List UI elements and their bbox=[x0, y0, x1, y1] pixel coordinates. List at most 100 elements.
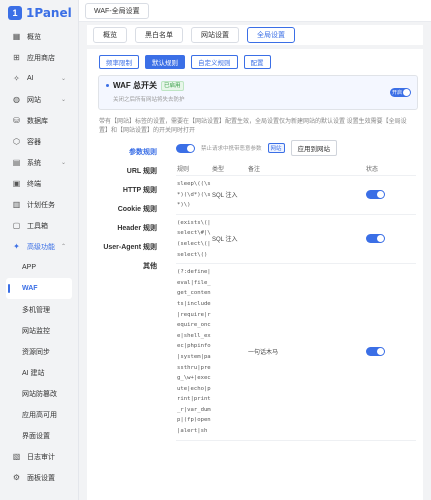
subtab-default-rules[interactable]: 默认规则 bbox=[145, 55, 185, 69]
sidebar-item-website[interactable]: ◍ 网站 ⌄ bbox=[6, 89, 72, 110]
sidebar-item-label: 容器 bbox=[27, 138, 41, 146]
rule-enable-toggle[interactable] bbox=[366, 190, 385, 200]
tab-overview[interactable]: 概览 bbox=[93, 27, 127, 43]
sidebar-item-label: 网站 bbox=[27, 96, 41, 104]
column-header-state: 状态 bbox=[366, 167, 379, 173]
sidebar-subitem-multi-host[interactable]: 多机管理 bbox=[6, 299, 72, 320]
sidebar-item-app-store[interactable]: ⊞ 应用商店 bbox=[6, 47, 72, 68]
sidebar-item-overview[interactable]: ▦ 概览 bbox=[6, 26, 72, 47]
settings-icon: ⚙ bbox=[12, 473, 21, 482]
rule-enable-toggle[interactable] bbox=[366, 234, 385, 244]
toggle-label: 开启 bbox=[392, 90, 403, 96]
sidebar-subitem-ha[interactable]: 应用高可用 bbox=[6, 404, 72, 425]
toolbox-icon: ▢ bbox=[12, 221, 21, 230]
sidebar-item-label: 高级功能 bbox=[27, 243, 55, 251]
rule-category-args[interactable]: 参数规则 bbox=[95, 142, 165, 161]
system-icon: ▤ bbox=[12, 158, 21, 167]
column-header-type: 类型 bbox=[212, 167, 225, 173]
rule-pattern: (?:define|eval|file_get_contents|include… bbox=[177, 269, 211, 435]
rule-content: 禁止请求中携带恶意参数 网站 应用到网站 规则 类型 备注 状态 sleep\(… bbox=[176, 140, 416, 441]
sidebar-item-label: 系统 bbox=[27, 159, 41, 167]
dashboard-icon: ▦ bbox=[12, 32, 21, 41]
apply-to-site-button[interactable]: 应用到网站 bbox=[290, 140, 338, 156]
sidebar-item-label: 面板设置 bbox=[27, 474, 55, 482]
sidebar-subitem-ui-settings[interactable]: 界面设置 bbox=[6, 425, 72, 446]
sidebar-item-advanced[interactable]: ✦ 高级功能 ⌃ bbox=[6, 236, 72, 257]
chevron-up-icon: ⌃ bbox=[60, 244, 66, 250]
sidebar-item-label: 界面设置 bbox=[22, 432, 50, 440]
rule-category-header[interactable]: Header 规则 bbox=[95, 218, 165, 237]
tab-global-settings[interactable]: 全局设置 bbox=[247, 27, 295, 43]
sidebar-item-cron[interactable]: ▥ 计划任务 bbox=[6, 194, 72, 215]
sidebar-subitem-resource-sync[interactable]: 资源同步 bbox=[6, 341, 72, 362]
subtab-bar: 频率限制 默认规则 自定义规则 配置 bbox=[99, 55, 415, 69]
sidebar-item-label: 应用商店 bbox=[27, 54, 55, 62]
column-header-rule: 规则 bbox=[177, 167, 190, 173]
rule-enable-toggle[interactable] bbox=[366, 347, 385, 357]
sidebar-subitem-ai-site[interactable]: AI 建站 bbox=[6, 362, 72, 383]
logo-mark-icon: 1 bbox=[8, 6, 22, 20]
sidebar-item-system[interactable]: ▤ 系统 ⌄ bbox=[6, 152, 72, 173]
sidebar-item-panel-settings[interactable]: ⚙ 面板设置 bbox=[6, 467, 72, 488]
chevron-down-icon: ⌄ bbox=[60, 76, 66, 82]
container-icon: ⬡ bbox=[13, 137, 20, 146]
sidebar-item-label: 网站防篡改 bbox=[22, 390, 57, 398]
sidebar-item-label: 数据库 bbox=[27, 117, 48, 125]
sidebar-subitem-site-monitor[interactable]: 网站监控 bbox=[6, 320, 72, 341]
log-icon: ▧ bbox=[12, 452, 21, 461]
waf-master-toggle[interactable]: 开启 bbox=[390, 88, 411, 97]
star-icon: ✦ bbox=[13, 242, 20, 251]
rule-type: SQL 注入 bbox=[212, 237, 238, 244]
brand-name: 1Panel bbox=[26, 6, 72, 20]
sidebar-item-label: WAF bbox=[22, 285, 38, 292]
sidebar-item-label: 终端 bbox=[27, 180, 41, 188]
sidebar-subitem-tamper[interactable]: 网站防篡改 bbox=[6, 383, 72, 404]
rule-type bbox=[212, 264, 248, 440]
rule-state bbox=[328, 264, 388, 440]
column-header-note: 备注 bbox=[248, 167, 261, 173]
calendar-icon: ▥ bbox=[12, 200, 21, 209]
tab-blacklist-whitelist[interactable]: 黑白名单 bbox=[135, 27, 183, 43]
breadcrumb[interactable]: WAF-全局设置 bbox=[85, 2, 149, 19]
tab-site-settings[interactable]: 网站设置 bbox=[191, 27, 239, 43]
app-store-icon: ⊞ bbox=[13, 53, 20, 62]
sidebar-subitem-waf[interactable]: WAF bbox=[6, 278, 72, 299]
rule-note bbox=[248, 176, 328, 214]
sidebar-subitem-app[interactable]: APP bbox=[6, 257, 72, 278]
subtab-custom-rules[interactable]: 自定义规则 bbox=[191, 55, 238, 69]
chevron-down-icon: ⌄ bbox=[60, 97, 66, 103]
tab-bar: 概览 黑白名单 网站设置 全局设置 bbox=[87, 25, 423, 45]
subtab-rate-limit[interactable]: 频率限制 bbox=[99, 55, 139, 69]
rule-category-url[interactable]: URL 规则 bbox=[95, 161, 165, 180]
bullet-dot-icon bbox=[106, 84, 109, 87]
globe-icon: ◍ bbox=[13, 95, 20, 104]
rule-category-other[interactable]: 其他 bbox=[95, 256, 165, 275]
rule-controls: 禁止请求中携带恶意参数 网站 应用到网站 bbox=[176, 140, 416, 156]
rule-group-toggle[interactable] bbox=[176, 143, 195, 153]
sidebar-item-label: 概览 bbox=[27, 33, 41, 41]
sidebar-item-ai[interactable]: ✧ AI ⌄ bbox=[6, 68, 72, 89]
rule-category-list: 参数规则 URL 规则 HTTP 规则 Cookie 规则 Header 规则 … bbox=[95, 142, 165, 275]
top-bar: WAF-全局设置 bbox=[79, 0, 431, 22]
rule-category-user-agent[interactable]: User-Agent 规则 bbox=[95, 237, 165, 256]
sidebar-item-container[interactable]: ⬡ 容器 bbox=[6, 131, 72, 152]
chevron-down-icon: ⌄ bbox=[60, 160, 66, 166]
rule-category-http[interactable]: HTTP 规则 bbox=[95, 180, 165, 199]
rule-pattern: (exists\(|select\#|\(select\(|select\() bbox=[177, 219, 211, 258]
waf-description: 关闭之后所有网站将失去防护 bbox=[113, 97, 185, 103]
sidebar-item-terminal[interactable]: ▣ 终端 bbox=[6, 173, 72, 194]
sidebar-item-label: AI bbox=[27, 75, 34, 82]
brand-logo[interactable]: 1 1Panel bbox=[0, 0, 78, 26]
sidebar-item-database[interactable]: ⛁ 数据库 bbox=[6, 110, 72, 131]
rule-pattern: sleep\((\s*)(\d*)(\s*)\) bbox=[177, 181, 211, 209]
sidebar-item-label: APP bbox=[22, 264, 37, 271]
sidebar-item-label: 资源同步 bbox=[22, 348, 50, 356]
sidebar-item-label: 日志审计 bbox=[27, 453, 55, 461]
rule-note bbox=[248, 215, 328, 263]
subtab-config[interactable]: 配置 bbox=[243, 55, 271, 69]
rule-category-cookie[interactable]: Cookie 规则 bbox=[95, 199, 165, 218]
sidebar-item-toolbox[interactable]: ▢ 工具箱 bbox=[6, 215, 72, 236]
rule-note: 一句话木马 bbox=[248, 350, 279, 357]
waf-master-switch-card: WAF 总开关 已启用 关闭之后所有网站将失去防护 开启 bbox=[98, 75, 418, 110]
sidebar-item-log-audit[interactable]: ▧ 日志审计 bbox=[6, 446, 72, 467]
